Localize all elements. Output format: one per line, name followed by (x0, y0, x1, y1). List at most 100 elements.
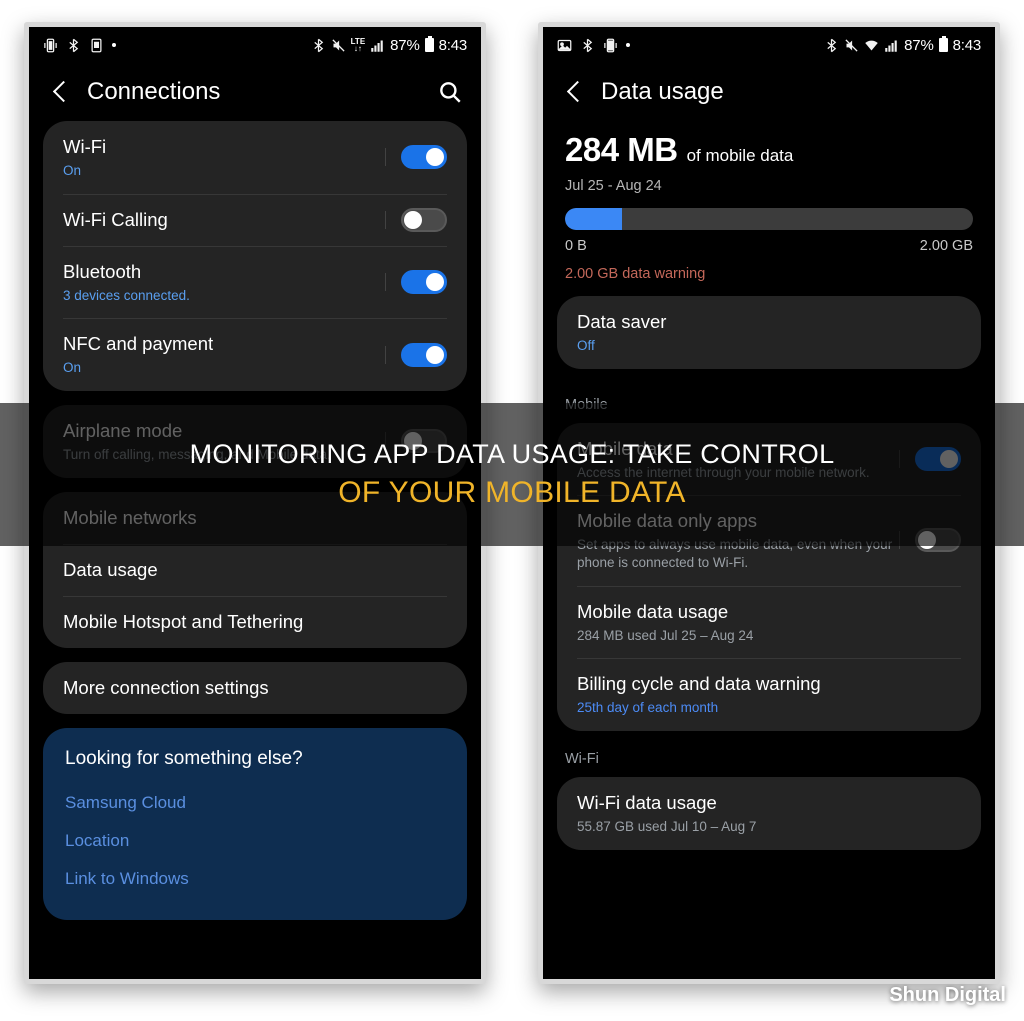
battery-icon (938, 36, 948, 52)
signal-icon (884, 38, 899, 53)
data-usage-progress-fill (565, 208, 622, 230)
wifi-card: Wi-Fi data usage 55.87 GB used Jul 10 – … (557, 776, 981, 850)
section-header-mobile: Mobile (565, 396, 608, 413)
search-icon[interactable] (437, 79, 463, 105)
back-button[interactable] (561, 79, 587, 105)
wifi-section: Wi-Fi data usage 55.87 GB used Jul 10 – … (543, 776, 995, 850)
list-item-data-saver[interactable]: Data saver Off (557, 296, 981, 369)
left-status-bar: LTE ↓↑ 87% 8:43 (29, 27, 481, 63)
list-item-wifi-calling[interactable]: Wi-Fi Calling (43, 193, 467, 246)
page-title: Connections (87, 78, 221, 105)
row-title: Mobile data (577, 437, 673, 459)
row-subtitle: 25th day of each month (577, 700, 719, 716)
left-screen: LTE ↓↑ 87% 8:43 Connections Wi-Fi On Wi-… (29, 27, 481, 979)
phone-right: 87% 8:43 Data usage 284 MB of mobile dat… (538, 22, 1000, 984)
vibrate-icon (43, 38, 58, 53)
promo-link-samsung-cloud[interactable]: Samsung Cloud (65, 784, 445, 822)
data-usage-progress-bar (565, 208, 973, 230)
row-title: Mobile data only apps (577, 510, 757, 532)
row-title: Data usage (63, 559, 158, 581)
row-subtitle: 284 MB used Jul 25 – Aug 24 (577, 627, 754, 643)
row-title: Mobile Hotspot and Tethering (63, 611, 304, 633)
list-item-hotspot-tethering[interactable]: Mobile Hotspot and Tethering (43, 595, 467, 648)
signal-icon (370, 38, 385, 53)
row-subtitle: Off (577, 338, 595, 354)
row-title: Wi-Fi data usage (577, 791, 717, 813)
row-subtitle: Set apps to always use mobile data, even… (577, 537, 893, 571)
clock: 8:43 (438, 36, 468, 54)
row-subtitle: 3 devices connected. (63, 287, 190, 303)
bluetooth-icon (311, 38, 326, 53)
mobile-data-only-apps-toggle[interactable] (899, 528, 961, 553)
promo-link-location[interactable]: Location (65, 822, 445, 860)
list-item-nfc[interactable]: NFC and payment On (43, 318, 467, 391)
right-scroll[interactable]: Data saver Off (543, 296, 995, 369)
right-status-bar: 87% 8:43 (543, 27, 995, 63)
airplane-mode-toggle[interactable] (385, 429, 447, 454)
list-item-mobile-networks[interactable]: Mobile networks (43, 492, 467, 544)
row-title: Airplane mode (63, 420, 183, 442)
wifi-calling-toggle[interactable] (385, 207, 447, 232)
bluetooth-toggle[interactable] (385, 270, 447, 294)
list-item-mobile-data[interactable]: Mobile data Access the internet through … (557, 423, 981, 496)
dot-icon (626, 43, 630, 47)
list-item-more-connection-settings[interactable]: More connection settings (43, 662, 467, 714)
mobile-data-toggle[interactable] (899, 447, 961, 471)
list-item-bluetooth[interactable]: Bluetooth 3 devices connected. (43, 245, 467, 319)
row-subtitle: 55.87 GB used Jul 10 – Aug 7 (577, 819, 757, 835)
image-icon (557, 38, 572, 53)
row-title: Mobile networks (63, 507, 197, 529)
connections-card-networks: Mobile networks Data usage Mobile Hotspo… (43, 491, 467, 648)
bar-max-label: 2.00 GB (919, 238, 973, 254)
data-used-amount: 284 MB (565, 131, 678, 168)
screenshot-stage: LTE ↓↑ 87% 8:43 Connections Wi-Fi On Wi-… (0, 0, 1024, 1021)
nfc-toggle[interactable] (385, 342, 447, 367)
clock: 8:43 (952, 36, 982, 54)
bluetooth-icon (824, 38, 839, 53)
promo-title: Looking for something else? (65, 747, 303, 769)
bluetooth-share-icon (66, 38, 81, 53)
data-warning-label: 2.00 GB data warning (565, 266, 706, 282)
left-app-bar: Connections (29, 63, 481, 121)
dot-icon (112, 43, 116, 47)
back-button[interactable] (47, 79, 73, 105)
section-header-wifi: Wi-Fi (565, 750, 599, 767)
bluetooth-share-icon (580, 38, 595, 53)
list-item-billing-cycle[interactable]: Billing cycle and data warning 25th day … (557, 658, 981, 731)
row-title: Bluetooth (63, 260, 142, 282)
wifi-icon (864, 38, 879, 53)
data-usage-summary: 284 MB of mobile data Jul 25 - Aug 24 0 … (543, 121, 995, 286)
row-subtitle: On (63, 360, 82, 376)
connections-card-more: More connection settings (43, 661, 467, 714)
list-item-mobile-data-usage[interactable]: Mobile data usage 284 MB used Jul 25 – A… (557, 585, 981, 659)
mobile-card: Mobile data Access the internet through … (557, 422, 981, 731)
row-subtitle: On (63, 163, 82, 179)
battery-icon (424, 36, 434, 52)
row-title: NFC and payment (63, 333, 214, 355)
data-used-suffix: of mobile data (686, 146, 794, 165)
left-scroll[interactable]: Wi-Fi On Wi-Fi Calling Bluetooth 3 devic… (29, 121, 481, 920)
data-date-range: Jul 25 - Aug 24 (565, 178, 662, 194)
row-title: Wi-Fi (63, 136, 107, 157)
row-title: More connection settings (63, 677, 269, 699)
list-item-mobile-data-only-apps[interactable]: Mobile data only apps Set apps to always… (557, 495, 981, 585)
list-item-wifi-data-usage[interactable]: Wi-Fi data usage 55.87 GB used Jul 10 – … (557, 777, 981, 850)
looking-for-something-else-card: Looking for something else? Samsung Clou… (43, 727, 467, 920)
row-title: Data saver (577, 311, 667, 332)
list-item-airplane-mode[interactable]: Airplane mode Turn off calling, messagin… (43, 405, 467, 478)
bar-min-label: 0 B (565, 238, 587, 254)
row-subtitle: Turn off calling, messaging, and Mobile … (63, 447, 331, 463)
page-title: Data usage (601, 78, 724, 105)
promo-link-link-to-windows[interactable]: Link to Windows (65, 860, 445, 898)
watermark: Shun Digital (889, 984, 1006, 1006)
mute-icon (844, 38, 859, 53)
list-item-wifi[interactable]: Wi-Fi On (43, 121, 467, 194)
lte-icon: LTE ↓↑ (350, 37, 366, 53)
mute-icon (331, 38, 346, 53)
row-title: Wi-Fi Calling (63, 209, 168, 231)
battery-percent: 87% (390, 36, 420, 54)
row-title: Mobile data usage (577, 600, 729, 622)
list-item-data-usage[interactable]: Data usage (43, 543, 467, 596)
wifi-toggle[interactable] (385, 145, 447, 170)
phone-left: LTE ↓↑ 87% 8:43 Connections Wi-Fi On Wi-… (24, 22, 486, 984)
